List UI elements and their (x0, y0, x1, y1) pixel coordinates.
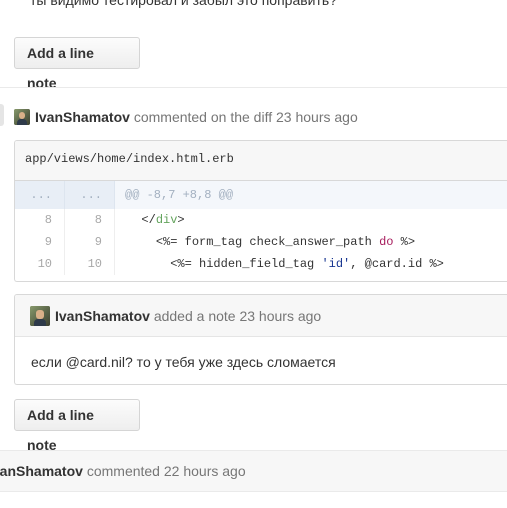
comment-action: commented on the diff (133, 109, 273, 125)
note-body: если @card.nil? то у тебя уже здесь слом… (31, 354, 336, 370)
line-number-left[interactable]: 8 (15, 209, 65, 231)
comment-time[interactable]: 22 hours ago (164, 463, 246, 479)
hunk-header: ... ... @@ -8,7 +8,8 @@ (15, 181, 507, 209)
add-line-note-button[interactable]: Add a line note (14, 399, 140, 453)
divider (0, 87, 507, 88)
note-meta: IvanShamatov added a note 23 hours ago (55, 308, 321, 324)
note-action: added a note (153, 308, 236, 324)
timeline-marker (0, 104, 4, 126)
line-note: IvanShamatov added a note 23 hours ago е… (14, 294, 507, 385)
comment-action: commented (86, 463, 160, 479)
hunk-text: @@ -8,7 +8,8 @@ (125, 188, 234, 202)
note-time[interactable]: 23 hours ago (239, 308, 321, 324)
author-link[interactable]: IvanShamatov (55, 308, 150, 324)
code-line: </div> (141, 213, 185, 227)
comment-time[interactable]: 23 hours ago (276, 109, 358, 125)
line-number-right[interactable]: 10 (65, 253, 115, 275)
avatar[interactable] (14, 109, 30, 125)
hunk-expand-left[interactable]: ... (15, 181, 65, 209)
diff-file: app/views/home/index.html.erb ... ... @@… (14, 140, 507, 282)
add-line-note-button[interactable]: Add a line note (14, 37, 140, 91)
line-number-right[interactable]: 8 (65, 209, 115, 231)
hunk-expand-right[interactable]: ... (65, 181, 115, 209)
line-number-left[interactable]: 10 (15, 253, 65, 275)
file-path[interactable]: app/views/home/index.html.erb (15, 141, 507, 181)
comment-header: IvanShamatov commented 22 hours ago (0, 463, 246, 479)
avatar[interactable] (30, 306, 50, 326)
note-header: IvanShamatov added a note 23 hours ago (15, 295, 507, 337)
author-link[interactable]: IvanShamatov (35, 109, 130, 125)
line-number-right[interactable]: 9 (65, 231, 115, 253)
code-line: <%= hidden_field_tag 'id', @card.id %> (170, 257, 444, 271)
diff-line: 9 9 <%= form_tag check_answer_path do %> (15, 231, 507, 253)
author-link[interactable]: IvanShamatov (0, 463, 83, 479)
code-line: <%= form_tag check_answer_path do %> (155, 235, 416, 249)
previous-comment-text: ты видимо тестировал и забыл это поправи… (30, 0, 337, 8)
line-number-left[interactable]: 9 (15, 231, 65, 253)
diff-line: 8 8 </div> (15, 209, 507, 231)
comment-header: IvanShamatov commented on the diff 23 ho… (35, 109, 358, 125)
diff-line: 10 10 <%= hidden_field_tag 'id', @card.i… (15, 253, 507, 275)
